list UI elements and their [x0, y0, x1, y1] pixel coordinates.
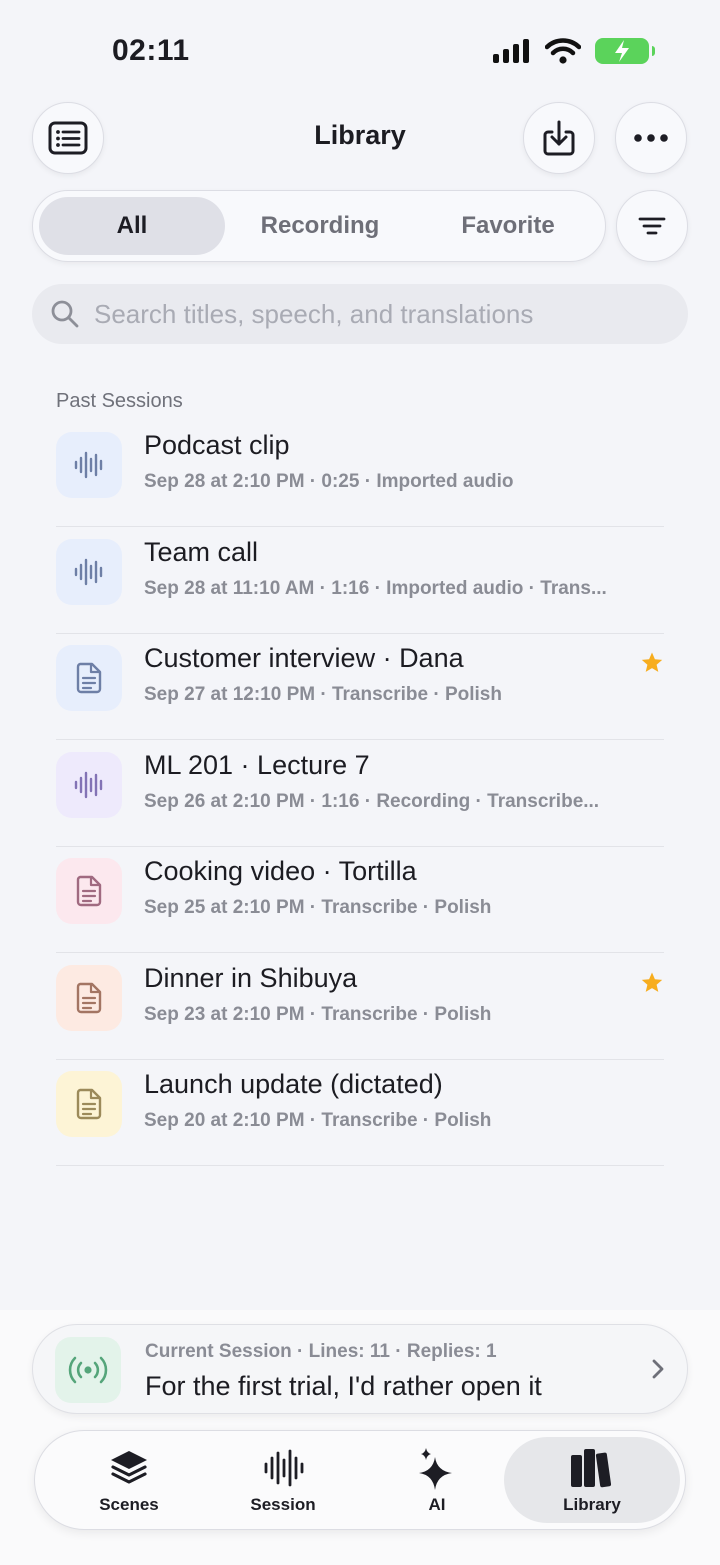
- session-title: Team call: [144, 536, 259, 567]
- session-title: Podcast clip: [144, 430, 290, 460]
- tab-bar-label: Session: [250, 1495, 316, 1514]
- session-subtitle: Sep 28 at 11:10 AM · 1:16 · Imported aud…: [144, 577, 607, 599]
- search-icon: [51, 300, 79, 328]
- ellipsis-icon: [634, 134, 668, 142]
- status-time: 02:11: [112, 34, 190, 67]
- section-header: Past Sessions: [56, 390, 183, 412]
- session-row[interactable]: Podcast clip Sep 28 at 2:10 PM · 0:25 · I…: [56, 420, 664, 527]
- session-subtitle: Sep 26 at 2:10 PM · 1:16 · Recording · T…: [144, 790, 600, 812]
- tab-bar-label: Library: [563, 1495, 621, 1514]
- page-title: Library: [314, 120, 406, 150]
- tab-bar: Scenes Session AI Library: [34, 1430, 686, 1530]
- document-icon: [56, 964, 122, 1031]
- import-button[interactable]: [523, 102, 595, 174]
- layers-icon: [52, 1447, 206, 1489]
- session-row[interactable]: ML 201 · Lecture 7 Sep 26 at 2:10 PM · 1:…: [56, 740, 664, 847]
- session-row[interactable]: Team call Sep 28 at 11:10 AM · 1:16 · Imp…: [56, 527, 664, 634]
- waveform-icon: [56, 538, 122, 605]
- session-row[interactable]: Customer interview · Dana Sep 27 at 12:10…: [56, 633, 664, 740]
- current-session-card[interactable]: Current Session · Lines: 11 · Replies: 1…: [32, 1324, 688, 1414]
- cellular-signal-icon: [493, 39, 529, 63]
- chevron-right-icon: [652, 1359, 664, 1379]
- session-title: Dinner in Shibuya: [144, 962, 358, 993]
- session-subtitle: Sep 20 at 2:10 PM · Transcribe · Polish: [144, 1110, 492, 1131]
- status-icons: [493, 38, 655, 64]
- session-title: Customer interview · Dana: [144, 643, 464, 673]
- tab-all[interactable]: All: [39, 197, 225, 255]
- session-title: Cooking video · Tortilla: [144, 856, 417, 886]
- waveform-icon: [56, 751, 122, 818]
- wifi-icon: [545, 38, 581, 64]
- session-row[interactable]: Launch update (dictated) Sep 20 at 2:10 P…: [56, 1059, 664, 1166]
- document-icon: [56, 1071, 122, 1137]
- session-title: Launch update (dictated): [144, 1069, 443, 1099]
- tab-bar-item-library[interactable]: Library: [504, 1437, 680, 1523]
- tab-bar-item-scenes[interactable]: Scenes: [52, 1437, 206, 1523]
- download-icon: [543, 120, 575, 156]
- session-row[interactable]: Dinner in Shibuya Sep 23 at 2:10 PM · Tra…: [56, 953, 664, 1060]
- tab-bar-item-session[interactable]: Session: [206, 1437, 360, 1523]
- tab-favorite[interactable]: Favorite: [415, 197, 601, 255]
- sort-filter-button[interactable]: [616, 190, 688, 262]
- session-subtitle: Sep 28 at 2:10 PM · 0:25 · Imported audi…: [144, 471, 514, 492]
- battery-charging-icon: [595, 38, 655, 64]
- session-subtitle: Sep 25 at 2:10 PM · Transcribe · Polish: [144, 897, 492, 918]
- session-subtitle: Sep 23 at 2:10 PM · Transcribe · Polish: [144, 1003, 492, 1025]
- current-session-meta: Current Session · Lines: 11 · Replies: 1: [145, 1341, 497, 1362]
- session-title: ML 201 · Lecture 7: [144, 749, 370, 780]
- favorite-star-icon: [640, 651, 664, 680]
- session-row[interactable]: Cooking video · Tortilla Sep 25 at 2:10 P…: [56, 846, 664, 953]
- sparkles-icon: [360, 1447, 514, 1491]
- more-options-button[interactable]: [615, 102, 687, 174]
- books-icon: [504, 1447, 680, 1489]
- waveform-icon: [206, 1447, 360, 1489]
- filter-lines-icon: [638, 217, 666, 235]
- tab-recording[interactable]: Recording: [227, 197, 413, 255]
- search-input[interactable]: Search titles, speech, and translations: [32, 284, 688, 344]
- favorite-star-icon: [640, 971, 664, 1000]
- tab-bar-item-ai[interactable]: AI: [360, 1437, 514, 1523]
- search-placeholder: Search titles, speech, and translations: [94, 298, 534, 329]
- session-subtitle: Sep 27 at 12:10 PM · Transcribe · Polish: [144, 684, 502, 705]
- tab-bar-label: Scenes: [99, 1495, 159, 1514]
- tab-bar-label: AI: [428, 1495, 446, 1514]
- document-icon: [56, 858, 122, 924]
- broadcast-icon: [55, 1337, 121, 1403]
- document-icon: [56, 645, 122, 711]
- filter-segmented-control: All Recording Favorite: [32, 190, 606, 262]
- current-session-text: For the first trial, I'd rather open it: [145, 1371, 542, 1401]
- waveform-icon: [56, 432, 122, 498]
